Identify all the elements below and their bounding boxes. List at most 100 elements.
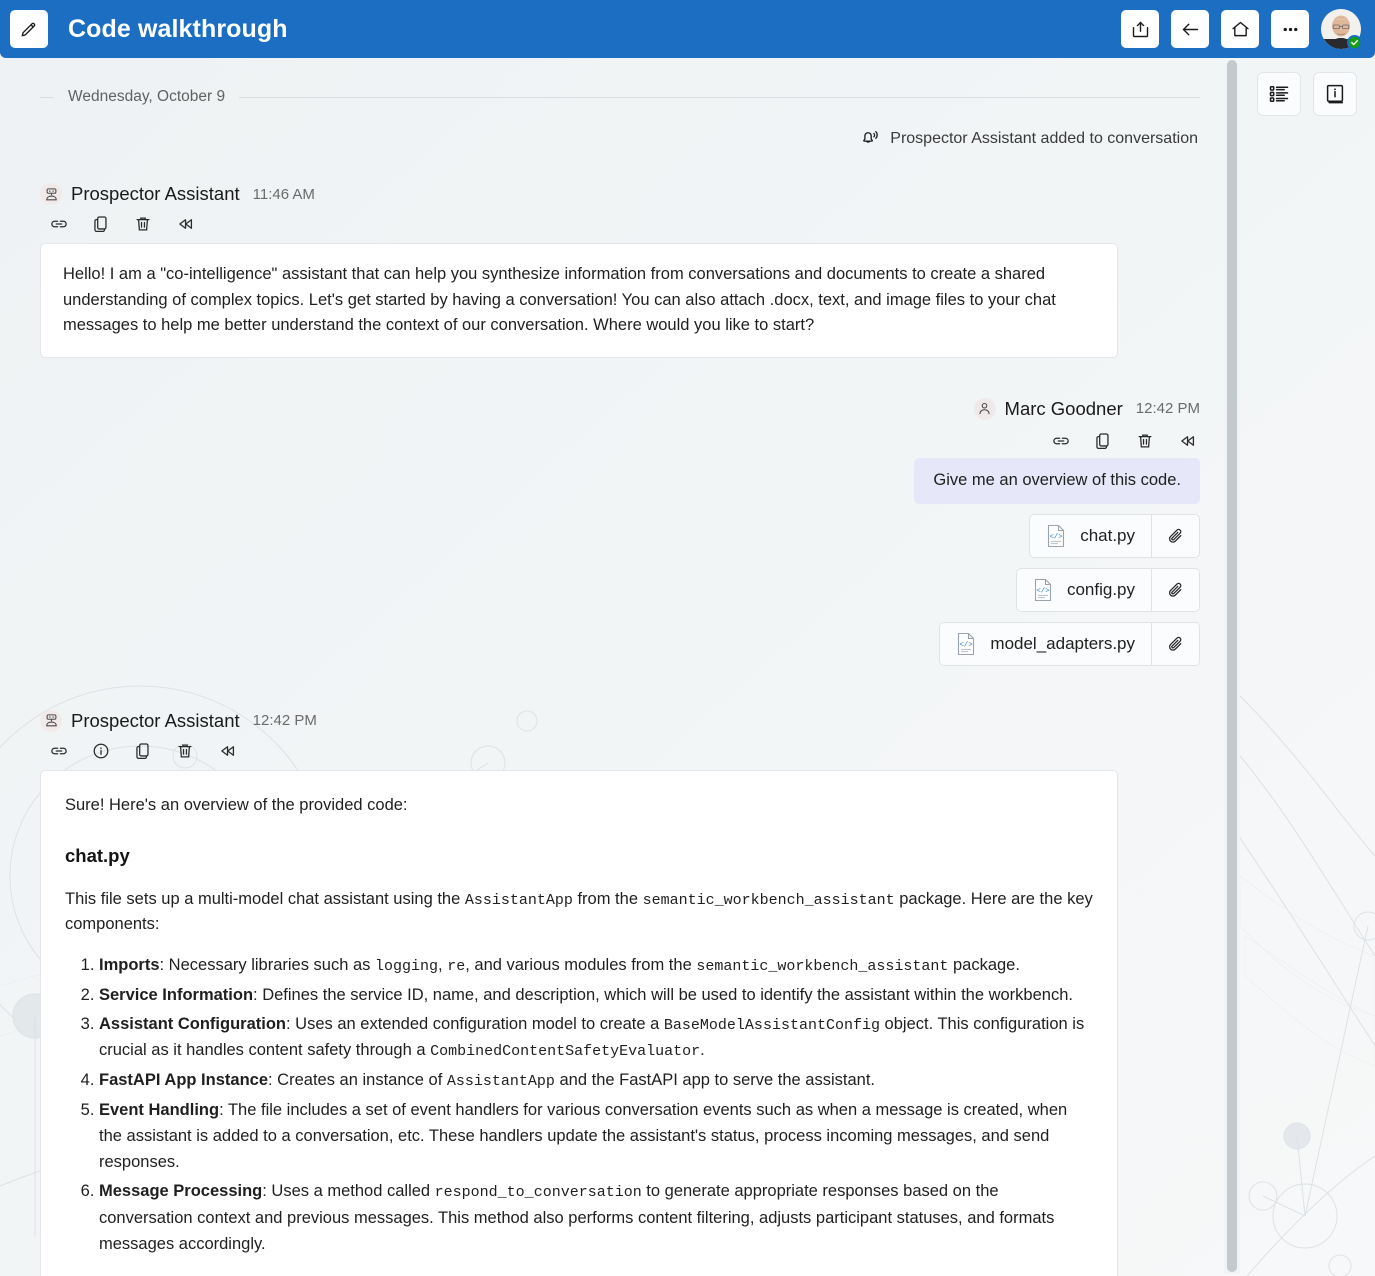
link-icon (51, 220, 67, 228)
person-icon (973, 397, 996, 420)
attachment-label-wrap: </> chat.py (1030, 515, 1151, 557)
more-button[interactable] (1271, 10, 1309, 48)
right-control-group (1257, 72, 1357, 116)
answer-list-item-text: package. (948, 955, 1020, 974)
message-time: 12:42 PM (1135, 400, 1200, 418)
message-bubble: Sure! Here's an overview of the provided… (40, 769, 1118, 1276)
attachment-chat-py[interactable]: </> chat.py (1029, 513, 1200, 558)
answer-list-item-text: : Necessary libraries such as (159, 955, 376, 974)
link-action[interactable] (1050, 430, 1072, 452)
edit-title-button[interactable] (10, 10, 48, 48)
answer-list-item: FastAPI App Instance: Creates an instanc… (99, 1067, 1093, 1094)
answer-description: This file sets up a multi-model chat ass… (65, 887, 1093, 938)
answer-list-item: Message Processing: Uses a method called… (99, 1178, 1093, 1257)
message-actions (1050, 430, 1198, 452)
conversation-pane[interactable]: Wednesday, October 9 Prospector Assistan… (0, 58, 1240, 1276)
scrollbar-thumb[interactable] (1227, 60, 1237, 1272)
rewind-icon (179, 219, 193, 229)
attachment-name: config.py (1066, 579, 1135, 599)
answer-list-item-text: : The file includes a set of event handl… (99, 1100, 1068, 1171)
system-notice-text: Prospector Assistant added to conversati… (890, 129, 1198, 147)
link-action[interactable] (48, 740, 70, 762)
home-button[interactable] (1221, 10, 1259, 48)
attachment-clip-button[interactable] (1151, 622, 1199, 665)
svg-text:</>: </> (960, 641, 974, 649)
message-sender: Marc Goodner (1004, 397, 1123, 419)
message-actions (48, 213, 1200, 235)
link-icon (1053, 437, 1069, 445)
trash-icon (136, 217, 150, 231)
answer-list-item-text: : Uses a method called (262, 1181, 435, 1200)
answer-list-item-label: Assistant Configuration (99, 1014, 287, 1033)
inline-code: logging (375, 957, 439, 975)
rewind-action[interactable] (216, 740, 238, 762)
back-button[interactable] (1171, 10, 1209, 48)
copy-icon (1096, 433, 1109, 449)
message-user-request: Marc Goodner 12:42 PM Give me an overvie… (40, 397, 1200, 666)
user-message-bubble: Give me an overview of this code. (914, 457, 1200, 504)
svg-text:</>: </> (1036, 587, 1050, 595)
attachment-config-py[interactable]: </> config.py (1015, 567, 1200, 612)
answer-list-item: Service Information: Defines the service… (99, 982, 1093, 1008)
message-header: Prospector Assistant 12:42 PM (40, 709, 1200, 732)
answer-list-item-text: : Creates an instance of (268, 1071, 447, 1090)
system-notice: Prospector Assistant added to conversati… (40, 128, 1200, 149)
attachment-model-adapters-py[interactable]: </> model_adapters.py (939, 621, 1200, 666)
copy-icon (136, 743, 149, 759)
code-file-icon: </> (1048, 524, 1065, 547)
message-assistant-answer: Prospector Assistant 12:42 PM Sure! Here… (40, 709, 1200, 1276)
message-header: Marc Goodner 12:42 PM (973, 397, 1200, 420)
share-icon (1132, 21, 1148, 37)
answer-list-item-text: , (438, 955, 448, 974)
trash-icon (178, 744, 192, 758)
svg-text:</>: </> (1050, 533, 1064, 541)
attachment-label-wrap: </> config.py (1017, 569, 1151, 611)
pencil-icon (21, 22, 36, 37)
answer-list-item: Assistant Configuration: Uses an extende… (99, 1011, 1093, 1064)
paperclip-icon (1168, 528, 1181, 543)
copy-action[interactable] (90, 213, 112, 235)
conversation-info-button[interactable] (1313, 72, 1357, 116)
message-sender: Prospector Assistant (71, 709, 240, 731)
attachment-label-wrap: </> model_adapters.py (940, 623, 1151, 665)
desc-code-2: semantic_workbench_assistant (642, 891, 895, 909)
message-bubble: Hello! I am a "co-intelligence" assistan… (40, 243, 1118, 358)
share-button[interactable] (1121, 10, 1159, 48)
answer-list-item-label: Service Information (99, 985, 254, 1004)
attachment-clip-button[interactable] (1151, 514, 1199, 557)
message-assistant-greeting: Prospector Assistant 11:46 AM Hello! I a… (40, 183, 1200, 358)
link-icon (51, 747, 67, 755)
copy-action[interactable] (132, 740, 154, 762)
info-action[interactable] (90, 740, 112, 762)
answer-heading: chat.py (65, 845, 130, 867)
rewind-action[interactable] (1176, 430, 1198, 452)
conversation-list-button[interactable] (1257, 72, 1301, 116)
desc-code-1: AssistantApp (464, 891, 573, 909)
answer-list-item-text: . (700, 1041, 705, 1060)
copy-action[interactable] (1092, 430, 1114, 452)
answer-list: Imports: Necessary libraries such as log… (65, 952, 1093, 1257)
answer-list-item-text: : Defines the service ID, name, and desc… (253, 985, 1073, 1004)
message-header: Prospector Assistant 11:46 AM (40, 183, 1200, 205)
message-time: 11:46 AM (252, 185, 315, 203)
attachment-clip-button[interactable] (1151, 568, 1199, 611)
copy-icon (94, 216, 107, 232)
message-sender: Prospector Assistant (71, 183, 240, 204)
check-icon (1351, 40, 1358, 46)
conversation-scrollbar[interactable] (1224, 60, 1240, 1274)
answer-list-item-text: and the FastAPI app to serve the assista… (554, 1071, 876, 1090)
answer-list-item-label: Imports (99, 955, 160, 974)
app-header: Code walkthrough (0, 0, 1375, 58)
link-action[interactable] (48, 213, 70, 235)
delete-action[interactable] (174, 740, 196, 762)
inline-code: CombinedContentSafetyEvaluator (430, 1043, 701, 1061)
presence-badge (1347, 35, 1362, 50)
message-actions (48, 740, 1200, 762)
delete-action[interactable] (132, 213, 154, 235)
home-icon (1231, 21, 1249, 36)
avatar[interactable] (1321, 9, 1362, 50)
delete-action[interactable] (1134, 430, 1156, 452)
answer-list-item-text: , and various modules from the (465, 955, 697, 974)
rewind-action[interactable] (174, 213, 196, 235)
alert-on-icon (863, 131, 879, 143)
